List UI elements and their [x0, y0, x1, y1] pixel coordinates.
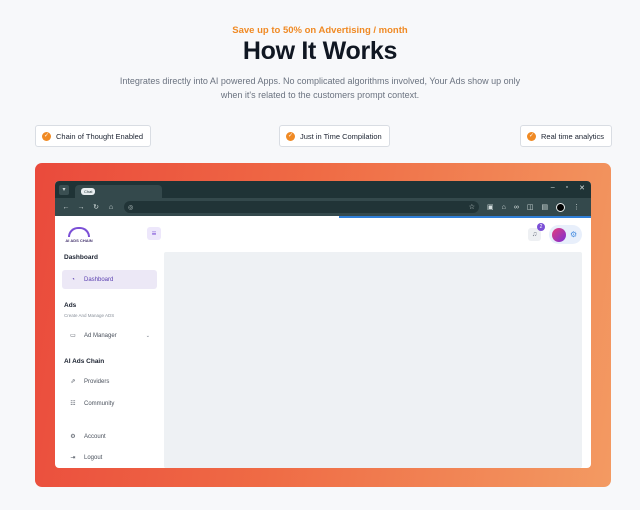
minimize-icon[interactable]: –	[551, 184, 555, 192]
home-icon[interactable]: ⌂	[106, 204, 116, 211]
chevron-down-icon: ⌄	[145, 332, 150, 339]
sidebar-item-ad-manager[interactable]: ▭ Ad Manager ⌄	[62, 326, 157, 345]
sidebar-item-label: Providers	[84, 378, 110, 385]
hamburger-menu-icon[interactable]: ≡	[147, 227, 161, 240]
page-subtitle: Integrates directly into AI powered Apps…	[119, 76, 521, 100]
tab-search-icon[interactable]: ▾	[59, 184, 69, 195]
gear-icon[interactable]: ⚙	[570, 230, 577, 239]
browser-toolbar: ← → ↻ ⌂ ◎ ☆ ▣ ⌂ ∞ ◫ ▤ ⋮	[55, 198, 591, 216]
sidebar-item-label: Dashboard	[84, 276, 114, 283]
address-bar[interactable]: ◎ ☆	[124, 201, 479, 213]
back-arrow-icon[interactable]: ←	[61, 204, 71, 211]
sidebar-item-label: Account	[84, 433, 106, 440]
sidebar-item-providers[interactable]: ⇗ Providers	[62, 372, 157, 391]
browser-tabbar: ▾ Chat – ▫ ✕	[55, 181, 591, 198]
check-circle-icon: ✓	[286, 131, 295, 141]
avatar	[552, 227, 566, 242]
app-logo[interactable]: AI ADS CHAIN	[63, 227, 95, 243]
sidebar-section-title: Ads	[64, 302, 77, 309]
bookmark-star-icon[interactable]: ☆	[469, 203, 475, 211]
puzzle-icon[interactable]: ▤	[541, 203, 548, 211]
notification-bell-icon[interactable]: ♫ 2	[528, 223, 545, 241]
profile-menu[interactable]: ⚙	[549, 225, 582, 244]
sidebar-item-label: Community	[84, 400, 115, 407]
sidebar-section-title: AI Ads Chain	[64, 358, 105, 365]
check-circle-icon: ✓	[42, 131, 51, 141]
window-controls: – ▫ ✕	[551, 184, 585, 192]
extension-icons: ▣ ⌂ ∞ ◫ ▤ ⋮	[487, 202, 580, 212]
app-header: AI ADS CHAIN ≡ ♫ 2 ⚙	[55, 218, 591, 252]
forward-arrow-icon[interactable]: →	[76, 204, 86, 211]
browser-window: ▾ Chat – ▫ ✕ ← → ↻ ⌂ ◎ ☆ ▣ ⌂ ∞ ◫ ▤ ⋮ AI …	[55, 181, 591, 468]
feature-chain-of-thought: ✓ Chain of Thought Enabled	[35, 125, 152, 147]
settings-icon: ⚙	[70, 434, 76, 440]
reload-icon[interactable]: ↻	[91, 203, 101, 211]
dashboard-icon: ◔	[71, 276, 75, 283]
feature-label: Real time analytics	[541, 131, 604, 141]
extension-icon[interactable]: ⌂	[502, 204, 506, 211]
logo-text: AI ADS CHAIN	[65, 238, 93, 243]
sidebar: Dashboard ◔ Dashboard Ads Create And Man…	[55, 252, 160, 468]
profile-icon[interactable]	[556, 202, 566, 212]
kebab-menu-icon[interactable]: ⋮	[573, 203, 580, 211]
sidebar-item-dashboard[interactable]: ◔ Dashboard	[62, 270, 157, 289]
chart-icon: ⇗	[70, 379, 76, 385]
sidebar-section-title: Dashboard	[64, 254, 98, 261]
eyebrow-text: Save up to 50% on Advertising / month	[232, 25, 408, 36]
feature-label: Just in Time Compilation	[300, 131, 382, 141]
browser-tab[interactable]: Chat	[75, 185, 162, 198]
feature-real-time-analytics: ✓ Real time analytics	[520, 125, 612, 147]
site-info-icon[interactable]: ◎	[128, 204, 133, 211]
sidebar-item-account[interactable]: ⚙ Account	[62, 427, 157, 446]
sidebar-item-community[interactable]: ☷ Community	[62, 394, 157, 413]
main-content-area	[164, 252, 582, 468]
users-icon: ☷	[70, 401, 76, 407]
sidebar-item-label: Logout	[84, 454, 103, 461]
notification-badge: 2	[537, 223, 545, 231]
maximize-icon[interactable]: ▫	[566, 184, 568, 192]
extension-icon[interactable]: ▣	[487, 203, 494, 211]
check-circle-icon: ✓	[527, 131, 536, 141]
logo-arc-icon	[68, 227, 90, 237]
logout-icon: ⇥	[70, 455, 76, 461]
extension-icon[interactable]: ◫	[527, 203, 534, 211]
tab-label: Chat	[81, 188, 96, 195]
app-viewport: AI ADS CHAIN ≡ ♫ 2 ⚙ Dashboard ◔ Dashboa…	[55, 218, 591, 468]
feature-label: Chain of Thought Enabled	[56, 131, 144, 141]
link-icon[interactable]: ∞	[514, 204, 519, 211]
sidebar-item-logout[interactable]: ⇥ Logout	[62, 448, 157, 467]
ad-icon: ▭	[70, 333, 76, 339]
feature-jit-compilation: ✓ Just in Time Compilation	[279, 125, 390, 147]
page-title: How It Works	[242, 37, 398, 65]
sidebar-item-label: Ad Manager	[84, 332, 117, 339]
sidebar-section-subtitle: Create And Manage ADS	[64, 313, 115, 318]
hero-gradient-panel: ▾ Chat – ▫ ✕ ← → ↻ ⌂ ◎ ☆ ▣ ⌂ ∞ ◫ ▤ ⋮ AI …	[35, 163, 611, 487]
close-icon[interactable]: ✕	[579, 184, 585, 192]
